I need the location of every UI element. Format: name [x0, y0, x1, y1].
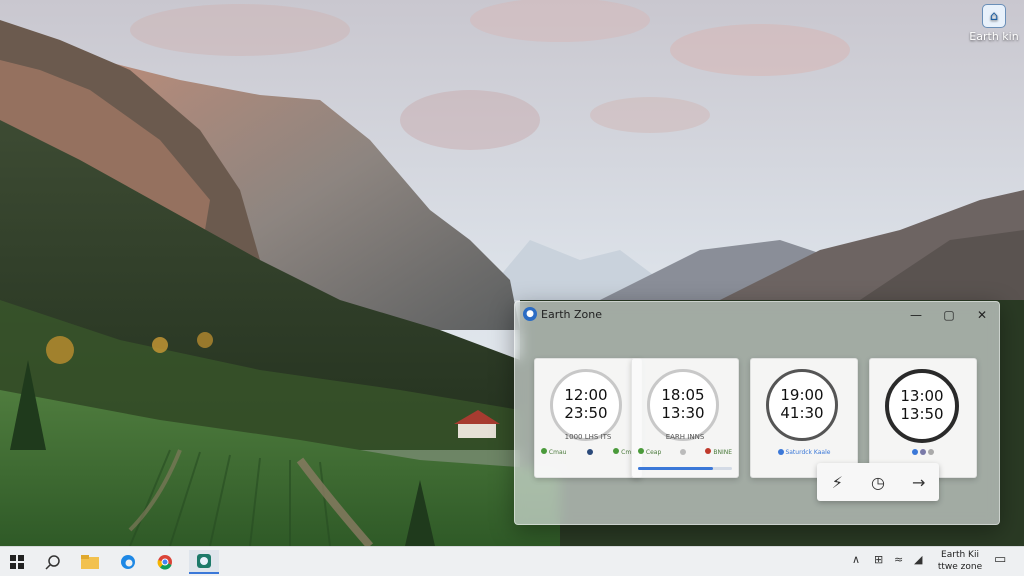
taskbar-edge[interactable] [113, 550, 143, 574]
status-dot-icon [541, 448, 547, 454]
location-dot-icon [777, 449, 784, 455]
clock-card-1[interactable]: 12:00 23:50 1000 LHS ITS Cmau Cmu [534, 358, 642, 478]
window-title: Earth Zone [541, 308, 602, 321]
clock-time-secondary: 13:50 [900, 405, 944, 423]
arrow-right-icon[interactable]: → [904, 467, 934, 497]
clock-face: 18:05 13:30 [647, 369, 719, 441]
clock-card-3[interactable]: 19:00 41:30 Saturdck Kaale [750, 358, 858, 478]
search-icon [45, 555, 60, 570]
edge-browser-icon [121, 555, 135, 569]
status-left-text: Cmau [548, 449, 567, 456]
clock-face: 19:00 41:30 [766, 369, 838, 441]
app-shortcut-icon: ⌂ [982, 4, 1006, 28]
globe-icon [586, 449, 593, 455]
desktop-shortcut-label: Earth kin [969, 30, 1019, 43]
folder-icon [81, 555, 99, 569]
chrome-browser-icon [157, 555, 172, 570]
alert-dot-icon [705, 448, 712, 454]
clock-status: Ceap BNINE [638, 447, 732, 457]
close-button[interactable]: ✕ [971, 306, 993, 324]
settings-icon [680, 449, 687, 455]
clock-time-primary: 13:00 [900, 387, 944, 405]
clock-label: 1000 LHS ITS [564, 433, 612, 441]
tray-label-line-2: ttwe zone [937, 562, 983, 572]
status-dot-icon [638, 448, 644, 454]
clock-time-primary: 19:00 [780, 386, 824, 404]
clock-status: Saturdck Kaale [757, 447, 851, 457]
clock-card-2[interactable]: 18:05 13:30 EARH INNS Ceap BNINE [631, 358, 739, 478]
tray-wifi-icon[interactable]: ≈ [894, 553, 903, 566]
clock-face: 12:00 23:50 [550, 369, 622, 441]
clock-status: Cmau Cmu [541, 447, 635, 457]
clock-time-primary: 18:05 [661, 386, 705, 404]
status-left-text: Saturdck Kaale [785, 448, 831, 456]
clock-face: 13:00 13:50 [885, 369, 959, 443]
tray-label-line-1: Earth Kii [941, 550, 979, 560]
start-button[interactable] [2, 550, 32, 574]
sync-progress-fill [638, 467, 714, 470]
location-dot-icon [912, 449, 919, 455]
tray-chevron-up-icon[interactable]: ∧ [852, 553, 860, 566]
taskbar: ∧ ⊞ ≈ ◢ Earth Kii ttwe zone ▭ [0, 546, 1024, 576]
bolt-icon[interactable]: ⚡ [822, 467, 852, 497]
status-dot-icon [613, 448, 620, 454]
notification-center-icon[interactable]: ▭ [994, 552, 1006, 567]
desktop: ⌂ Earth kin ● Earth Zone — ▢ ✕ 12:00 23:… [0, 0, 1024, 576]
earth-zone-window: ● Earth Zone — ▢ ✕ 12:00 23:50 1000 LHS … [514, 301, 1000, 525]
tray-volume-icon[interactable]: ◢ [914, 553, 922, 566]
globe-icon [920, 449, 926, 455]
minimize-button[interactable]: — [905, 306, 927, 324]
clock-time-secondary: 23:50 [564, 404, 608, 422]
windows-icon [10, 555, 24, 569]
desktop-shortcut-earth[interactable]: ⌂ Earth kin [964, 4, 1024, 50]
clock-time-secondary: 41:30 [780, 404, 824, 422]
quick-action-bar: ⚡ ◷ → [817, 463, 939, 501]
clock-status [876, 447, 970, 457]
maximize-button[interactable]: ▢ [938, 306, 960, 324]
settings-icon [927, 449, 934, 455]
clock-time-secondary: 13:30 [661, 404, 705, 422]
clock-time-primary: 12:00 [564, 386, 608, 404]
taskbar-earth-zone[interactable] [189, 550, 219, 574]
taskbar-file-explorer[interactable] [75, 550, 105, 574]
clock-icon[interactable]: ◷ [863, 467, 893, 497]
status-left-text: Ceap [645, 449, 662, 456]
clock-card-4[interactable]: 13:00 13:50 [869, 358, 977, 478]
earth-app-icon [197, 554, 211, 568]
sync-progress-bar [638, 467, 732, 470]
tray-app-label[interactable]: Earth Kii ttwe zone [932, 549, 988, 573]
earth-app-icon: ● [523, 307, 537, 321]
search-button[interactable] [38, 550, 68, 574]
status-right-text: BNINE [713, 449, 732, 456]
tray-network-icon[interactable]: ⊞ [874, 553, 883, 566]
clock-label: EARH INNS [665, 433, 705, 441]
taskbar-chrome[interactable] [150, 550, 180, 574]
title-bar[interactable]: ● Earth Zone — ▢ ✕ [515, 302, 999, 328]
